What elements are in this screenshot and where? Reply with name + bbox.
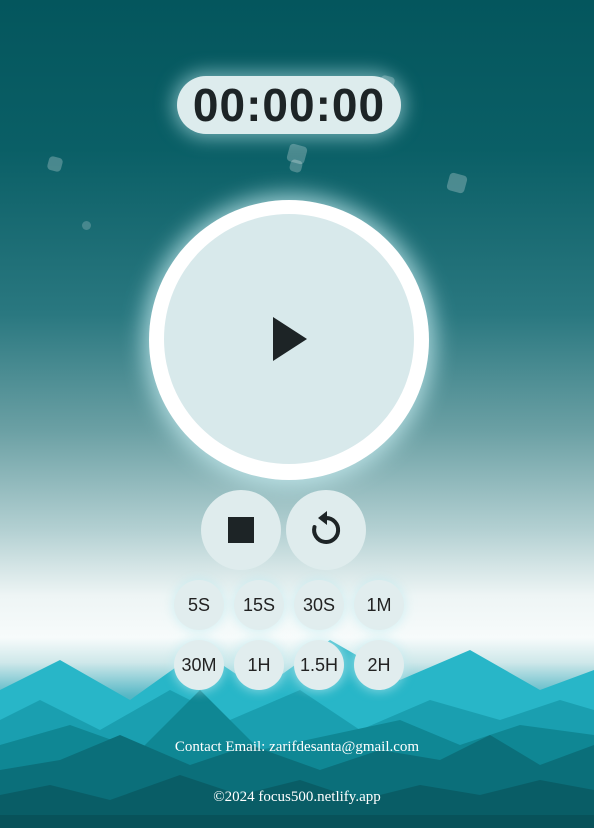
preset-5s-button[interactable]: 5S xyxy=(174,580,224,630)
contact-email: Contact Email: zarifdesanta@gmail.com xyxy=(174,739,420,755)
play-icon xyxy=(273,317,307,361)
timer-display: 00:00:00 xyxy=(177,76,401,134)
floating-dot xyxy=(82,221,91,230)
play-button[interactable] xyxy=(164,214,414,464)
preset-1m-button[interactable]: 1M xyxy=(354,580,404,630)
copyright: ©2024 focus500.netlify.app xyxy=(213,789,381,805)
stop-button[interactable] xyxy=(201,490,281,570)
preset-30m-button[interactable]: 30M xyxy=(174,640,224,690)
preset-1-5h-button[interactable]: 1.5H xyxy=(294,640,344,690)
preset-1h-button[interactable]: 1H xyxy=(234,640,284,690)
preset-2h-button[interactable]: 2H xyxy=(354,640,404,690)
stop-icon xyxy=(228,517,254,543)
reset-button[interactable] xyxy=(286,490,366,570)
preset-15s-button[interactable]: 15S xyxy=(234,580,284,630)
preset-30s-button[interactable]: 30S xyxy=(294,580,344,630)
reset-icon xyxy=(312,511,341,544)
